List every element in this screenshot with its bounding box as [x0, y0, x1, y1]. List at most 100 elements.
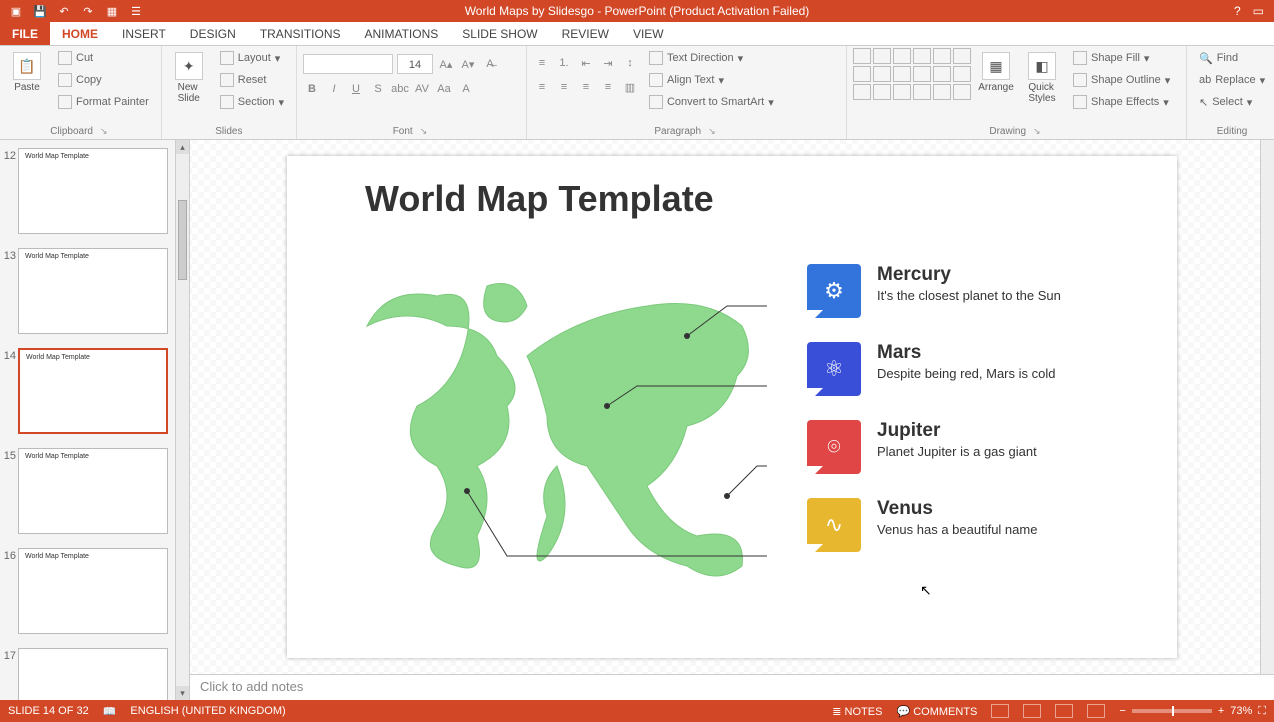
slideshow-view-icon[interactable]	[1087, 704, 1105, 718]
increase-font-icon[interactable]: A▴	[437, 55, 455, 73]
zoom-level[interactable]: 73%	[1230, 705, 1252, 717]
bullets-icon[interactable]: ≡	[533, 54, 551, 72]
thumb-num-13: 13	[2, 248, 18, 262]
quick-styles-button[interactable]: ◧Quick Styles	[1021, 48, 1063, 104]
change-case-icon[interactable]: Aa	[435, 80, 453, 98]
clear-formatting-icon[interactable]: A̶	[481, 55, 499, 73]
shape-effects-button[interactable]: Shape Effects ▾	[1067, 92, 1176, 112]
ribbon-options-icon[interactable]: ▭	[1253, 4, 1264, 18]
world-map-graphic[interactable]	[347, 266, 767, 596]
scroll-up-icon[interactable]: ▴	[176, 140, 189, 154]
notes-toggle[interactable]: ≣ NOTES	[832, 705, 882, 718]
align-text-button[interactable]: Align Text ▾	[643, 70, 780, 90]
shape-outline-button[interactable]: Shape Outline ▾	[1067, 70, 1176, 90]
bold-icon[interactable]: B	[303, 80, 321, 98]
comments-toggle[interactable]: 💬 COMMENTS	[896, 705, 977, 718]
clipboard-launcher[interactable]: ↘	[97, 126, 111, 137]
zoom-control[interactable]: − + 73% ⛶	[1119, 705, 1266, 718]
tab-review[interactable]: REVIEW	[550, 22, 621, 45]
zoom-out-icon[interactable]: −	[1119, 705, 1125, 717]
arrange-button[interactable]: ▦Arrange	[975, 48, 1017, 93]
font-size-select[interactable]: 14	[397, 54, 433, 74]
font-family-select[interactable]	[303, 54, 393, 74]
tab-design[interactable]: DESIGN	[178, 22, 248, 45]
notes-pane[interactable]: Click to add notes	[190, 674, 1274, 700]
line-spacing-icon[interactable]: ↕	[621, 54, 639, 72]
font-color-icon[interactable]: A	[457, 80, 475, 98]
save-icon[interactable]: 💾	[32, 3, 48, 19]
underline-icon[interactable]: U	[347, 80, 365, 98]
select-button[interactable]: ↖Select ▾	[1193, 92, 1271, 112]
align-left-icon[interactable]: ≡	[533, 78, 551, 96]
increase-indent-icon[interactable]: ⇥	[599, 54, 617, 72]
new-slide-button[interactable]: ✦ New Slide	[168, 48, 210, 104]
convert-smartart-button[interactable]: Convert to SmartArt ▾	[643, 92, 780, 112]
paste-button[interactable]: 📋 Paste	[6, 48, 48, 93]
char-spacing-icon[interactable]: AV	[413, 80, 431, 98]
spellcheck-icon[interactable]: 📖	[103, 705, 117, 718]
tab-animations[interactable]: ANIMATIONS	[352, 22, 450, 45]
help-icon[interactable]: ?	[1234, 4, 1241, 18]
scroll-down-icon[interactable]: ▾	[176, 686, 189, 700]
slide-counter[interactable]: SLIDE 14 OF 32	[8, 705, 89, 717]
find-button[interactable]: 🔍Find	[1193, 48, 1271, 68]
thumb-slide-16[interactable]: World Map Template	[18, 548, 168, 634]
shapes-gallery[interactable]	[853, 48, 971, 100]
slide-title[interactable]: World Map Template	[365, 178, 714, 220]
canvas-scrollbar[interactable]	[1260, 140, 1274, 674]
callout-mercury[interactable]: ⚙ MercuryIt's the closest planet to the …	[807, 264, 1127, 318]
callout-mars[interactable]: ⚛ MarsDespite being red, Mars is cold	[807, 342, 1127, 396]
sorter-view-icon[interactable]	[1023, 704, 1041, 718]
zoom-slider[interactable]	[1132, 709, 1212, 713]
decrease-indent-icon[interactable]: ⇤	[577, 54, 595, 72]
thumb-slide-15[interactable]: World Map Template	[18, 448, 168, 534]
decrease-font-icon[interactable]: A▾	[459, 55, 477, 73]
layout-button[interactable]: Layout ▾	[214, 48, 290, 68]
font-launcher[interactable]: ↘	[417, 126, 431, 137]
copy-button[interactable]: Copy	[52, 70, 155, 90]
reading-view-icon[interactable]	[1055, 704, 1073, 718]
tab-slideshow[interactable]: SLIDE SHOW	[450, 22, 549, 45]
columns-icon[interactable]: ▥	[621, 78, 639, 96]
tab-view[interactable]: VIEW	[621, 22, 676, 45]
language-indicator[interactable]: ENGLISH (UNITED KINGDOM)	[130, 705, 285, 717]
touch-mode-icon[interactable]: ☰	[128, 3, 144, 19]
text-direction-button[interactable]: Text Direction ▾	[643, 48, 780, 68]
shape-fill-button[interactable]: Shape Fill ▾	[1067, 48, 1176, 68]
format-painter-button[interactable]: Format Painter	[52, 92, 155, 112]
callout-title: Jupiter	[877, 420, 1037, 442]
drawing-launcher[interactable]: ↘	[1030, 126, 1044, 137]
thumb-slide-12[interactable]: World Map Template	[18, 148, 168, 234]
slide-area[interactable]: World Map Template	[190, 140, 1274, 674]
tab-file[interactable]: FILE	[0, 22, 50, 45]
cut-button[interactable]: Cut	[52, 48, 155, 68]
zoom-in-icon[interactable]: +	[1218, 705, 1224, 717]
replace-button[interactable]: abReplace ▾	[1193, 70, 1271, 90]
start-from-beginning-icon[interactable]: ▦	[104, 3, 120, 19]
callout-venus[interactable]: ∿ VenusVenus has a beautiful name	[807, 498, 1127, 552]
tab-home[interactable]: HOME	[50, 22, 110, 45]
normal-view-icon[interactable]	[991, 704, 1009, 718]
thumbnails-scrollbar[interactable]: ▴ ▾	[175, 140, 189, 700]
shadow-icon[interactable]: S	[369, 80, 387, 98]
thumb-slide-13[interactable]: World Map Template	[18, 248, 168, 334]
redo-icon[interactable]: ↷	[80, 3, 96, 19]
tab-transitions[interactable]: TRANSITIONS	[248, 22, 353, 45]
current-slide[interactable]: World Map Template	[287, 156, 1177, 658]
scroll-thumb[interactable]	[178, 200, 187, 280]
strike-icon[interactable]: abc	[391, 80, 409, 98]
fit-to-window-icon[interactable]: ⛶	[1258, 705, 1266, 718]
thumb-slide-17[interactable]	[18, 648, 168, 700]
callout-jupiter[interactable]: ⌾ JupiterPlanet Jupiter is a gas giant	[807, 420, 1127, 474]
undo-icon[interactable]: ↶	[56, 3, 72, 19]
section-button[interactable]: Section ▾	[214, 92, 290, 112]
align-right-icon[interactable]: ≡	[577, 78, 595, 96]
justify-icon[interactable]: ≡	[599, 78, 617, 96]
numbering-icon[interactable]: 1.	[555, 54, 573, 72]
thumb-slide-14[interactable]: World Map Template	[18, 348, 168, 434]
reset-button[interactable]: Reset	[214, 70, 290, 90]
italic-icon[interactable]: I	[325, 80, 343, 98]
align-center-icon[interactable]: ≡	[555, 78, 573, 96]
paragraph-launcher[interactable]: ↘	[705, 126, 719, 137]
tab-insert[interactable]: INSERT	[110, 22, 178, 45]
